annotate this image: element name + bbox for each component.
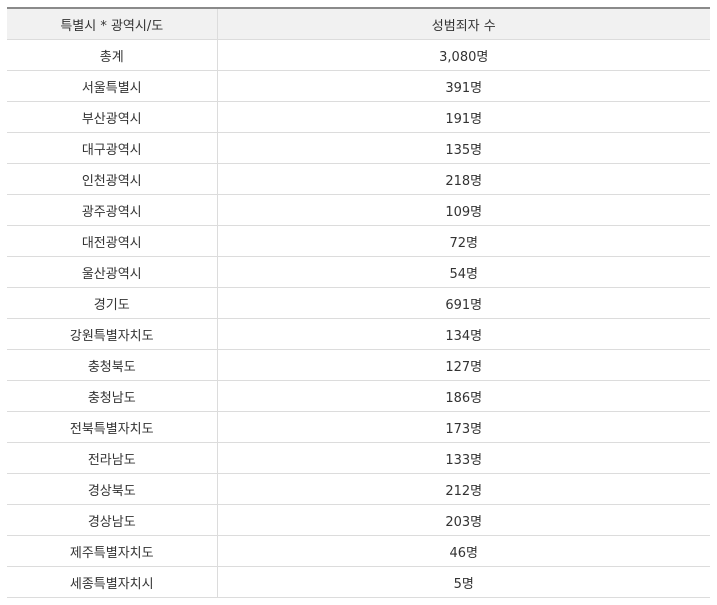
count-cell: 46명 <box>216 535 710 567</box>
table-row: 전라남도 133명 <box>7 442 710 474</box>
count-cell: 134명 <box>216 318 710 350</box>
table-row: 총계 3,080명 <box>7 39 710 71</box>
count-cell: 203명 <box>216 504 710 536</box>
table-row: 충청북도 127명 <box>7 349 710 381</box>
count-column-header: 성범죄자 수 <box>216 9 710 40</box>
sex-offender-count-table: 특별시 * 광역시/도 성범죄자 수 총계 3,080명 서울특별시 391명 … <box>7 9 710 598</box>
table-header: 특별시 * 광역시/도 성범죄자 수 <box>7 9 710 40</box>
table-row: 충청남도 186명 <box>7 380 710 412</box>
count-cell: 186명 <box>216 380 710 412</box>
region-cell: 전북특별자치도 <box>7 411 217 443</box>
region-column-header: 특별시 * 광역시/도 <box>7 9 217 40</box>
count-cell: 54명 <box>216 256 710 288</box>
count-cell: 5명 <box>216 566 710 598</box>
table-row: 서울특별시 391명 <box>7 70 710 102</box>
table-row: 경상북도 212명 <box>7 473 710 505</box>
region-cell: 충청북도 <box>7 349 217 381</box>
count-cell: 72명 <box>216 225 710 257</box>
count-cell: 391명 <box>216 70 710 102</box>
count-cell: 127명 <box>216 349 710 381</box>
count-cell: 173명 <box>216 411 710 443</box>
table-row: 울산광역시 54명 <box>7 256 710 288</box>
count-cell: 3,080명 <box>216 39 710 71</box>
count-cell: 135명 <box>216 132 710 164</box>
region-cell: 총계 <box>7 39 217 71</box>
region-cell: 대전광역시 <box>7 225 217 257</box>
region-cell: 경상북도 <box>7 473 217 505</box>
table-row: 세종특별자치시 5명 <box>7 566 710 598</box>
region-cell: 제주특별자치도 <box>7 535 217 567</box>
count-cell: 218명 <box>216 163 710 195</box>
table-row: 부산광역시 191명 <box>7 101 710 133</box>
table-row: 광주광역시 109명 <box>7 194 710 226</box>
region-cell: 충청남도 <box>7 380 217 412</box>
table-row: 대전광역시 72명 <box>7 225 710 257</box>
region-cell: 경상남도 <box>7 504 217 536</box>
table-row: 경기도 691명 <box>7 287 710 319</box>
table-row: 대구광역시 135명 <box>7 132 710 164</box>
table-row: 경상남도 203명 <box>7 504 710 536</box>
table-row: 제주특별자치도 46명 <box>7 535 710 567</box>
table-row: 강원특별자치도 134명 <box>7 318 710 350</box>
region-cell: 광주광역시 <box>7 194 217 226</box>
count-cell: 133명 <box>216 442 710 474</box>
count-cell: 191명 <box>216 101 710 133</box>
region-cell: 전라남도 <box>7 442 217 474</box>
region-cell: 부산광역시 <box>7 101 217 133</box>
region-cell: 울산광역시 <box>7 256 217 288</box>
table-row: 인천광역시 218명 <box>7 163 710 195</box>
count-cell: 691명 <box>216 287 710 319</box>
region-cell: 대구광역시 <box>7 132 217 164</box>
sex-offender-count-table-wrapper: 특별시 * 광역시/도 성범죄자 수 총계 3,080명 서울특별시 391명 … <box>7 7 710 598</box>
region-cell: 서울특별시 <box>7 70 217 102</box>
count-cell: 212명 <box>216 473 710 505</box>
region-cell: 경기도 <box>7 287 217 319</box>
table-body: 총계 3,080명 서울특별시 391명 부산광역시 191명 대구광역시 13… <box>7 39 710 598</box>
region-cell: 인천광역시 <box>7 163 217 195</box>
region-cell: 강원특별자치도 <box>7 318 217 350</box>
table-row: 전북특별자치도 173명 <box>7 411 710 443</box>
header-row: 특별시 * 광역시/도 성범죄자 수 <box>7 9 710 40</box>
count-cell: 109명 <box>216 194 710 226</box>
region-cell: 세종특별자치시 <box>7 566 217 598</box>
